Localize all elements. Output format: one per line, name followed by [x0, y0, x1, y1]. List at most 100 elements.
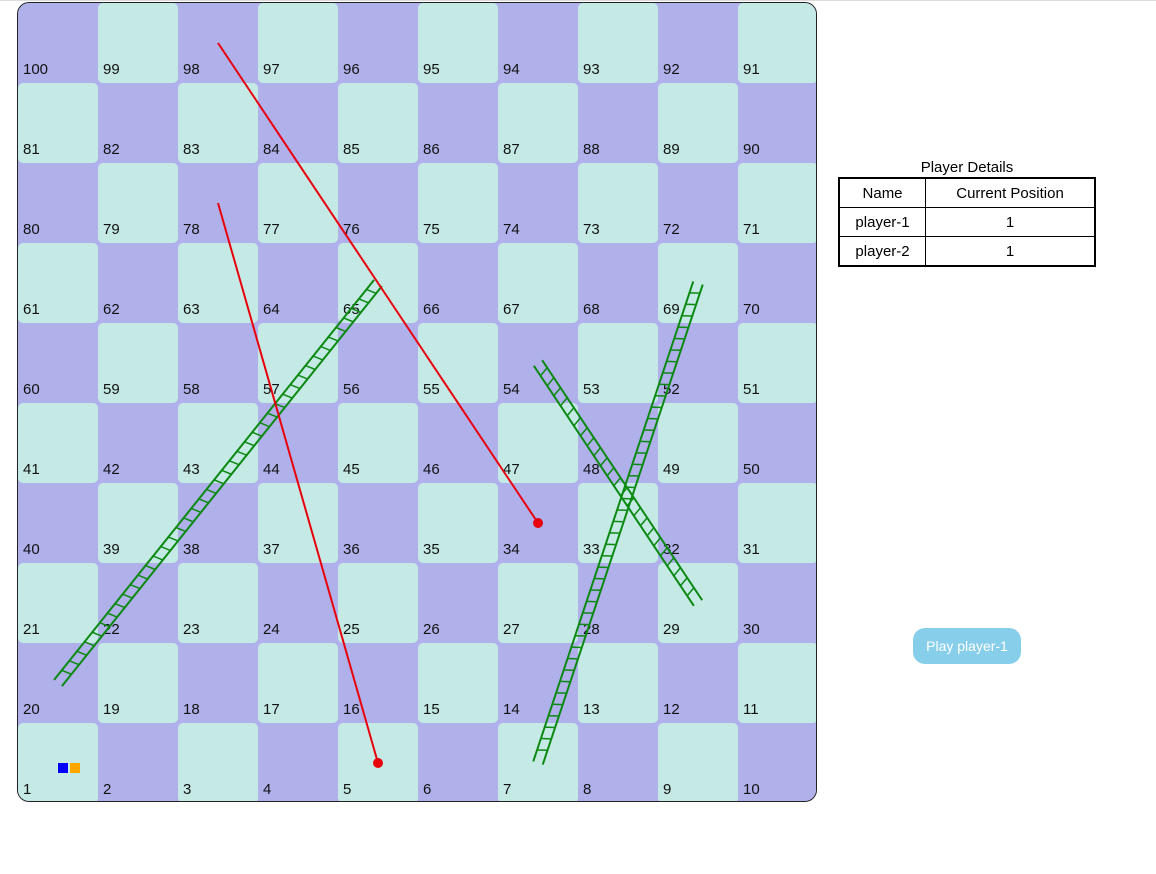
square-number: 38 [183, 541, 200, 558]
board-square: 70 [738, 243, 816, 323]
square-number: 97 [263, 61, 280, 78]
board-square: 62 [98, 243, 178, 323]
board-square: 65 [338, 243, 418, 323]
square-number: 20 [23, 701, 40, 718]
board-square: 85 [338, 83, 418, 163]
square-number: 17 [263, 701, 280, 718]
player-details-table: Name Current Position player-1 1 player-… [838, 177, 1096, 267]
square-number: 33 [583, 541, 600, 558]
board-square: 24 [258, 563, 338, 643]
board-square: 80 [18, 163, 98, 243]
square-number: 83 [183, 141, 200, 158]
square-number: 62 [103, 301, 120, 318]
square-number: 90 [743, 141, 760, 158]
square-number: 41 [23, 461, 40, 478]
play-button[interactable]: Play player-1 [913, 628, 1021, 664]
square-number: 55 [423, 381, 440, 398]
square-number: 6 [423, 781, 432, 798]
board-square: 71 [738, 163, 816, 243]
square-number: 74 [503, 221, 520, 238]
board-square: 18 [178, 643, 258, 723]
board-square: 56 [338, 323, 418, 403]
board-square: 40 [18, 483, 98, 563]
square-number: 54 [503, 381, 520, 398]
square-number: 31 [743, 541, 760, 558]
square-number: 21 [23, 621, 40, 638]
board-square: 88 [578, 83, 658, 163]
square-number: 13 [583, 701, 600, 718]
table-row: player-2 1 [838, 236, 1096, 267]
square-number: 63 [183, 301, 200, 318]
board-square: 68 [578, 243, 658, 323]
square-number: 29 [663, 621, 680, 638]
board-square: 46 [418, 403, 498, 483]
square-number: 59 [103, 381, 120, 398]
board-square: 84 [258, 83, 338, 163]
board-square: 58 [178, 323, 258, 403]
square-number: 76 [343, 221, 360, 238]
board-square: 27 [498, 563, 578, 643]
board-square: 82 [98, 83, 178, 163]
board-square: 6 [418, 723, 498, 801]
square-number: 7 [503, 781, 512, 798]
board-square: 55 [418, 323, 498, 403]
square-number: 19 [103, 701, 120, 718]
board-square: 19 [98, 643, 178, 723]
board-square: 53 [578, 323, 658, 403]
board-square: 99 [98, 3, 178, 83]
board-square: 74 [498, 163, 578, 243]
board-square: 37 [258, 483, 338, 563]
square-number: 18 [183, 701, 200, 718]
square-number: 8 [583, 781, 592, 798]
board-square: 64 [258, 243, 338, 323]
square-number: 9 [663, 781, 672, 798]
board-square: 35 [418, 483, 498, 563]
square-number: 95 [423, 61, 440, 78]
square-number: 65 [343, 301, 360, 318]
board-square: 59 [98, 323, 178, 403]
board-square: 69 [658, 243, 738, 323]
board-square: 81 [18, 83, 98, 163]
board-square: 17 [258, 643, 338, 723]
board-square: 51 [738, 323, 816, 403]
square-number: 64 [263, 301, 280, 318]
board-square: 43 [178, 403, 258, 483]
square-number: 49 [663, 461, 680, 478]
board-square: 79 [98, 163, 178, 243]
board-square: 90 [738, 83, 816, 163]
square-number: 71 [743, 221, 760, 238]
board-square: 45 [338, 403, 418, 483]
player-details-title: Player Details [920, 159, 1014, 176]
square-number: 68 [583, 301, 600, 318]
board-square: 98 [178, 3, 258, 83]
board-square: 42 [98, 403, 178, 483]
square-number: 5 [343, 781, 352, 798]
square-number: 85 [343, 141, 360, 158]
board-square: 57 [258, 323, 338, 403]
square-number: 3 [183, 781, 192, 798]
board-square: 92 [658, 3, 738, 83]
board-square: 61 [18, 243, 98, 323]
square-number: 61 [23, 301, 40, 318]
board-square: 91 [738, 3, 816, 83]
square-number: 51 [743, 381, 760, 398]
square-number: 75 [423, 221, 440, 238]
square-number: 99 [103, 61, 120, 78]
board-square: 49 [658, 403, 738, 483]
square-number: 43 [183, 461, 200, 478]
board-square: 77 [258, 163, 338, 243]
board-square: 87 [498, 83, 578, 163]
square-number: 37 [263, 541, 280, 558]
board-square: 14 [498, 643, 578, 723]
player-1-token [58, 763, 68, 773]
player-name-cell: player-2 [838, 236, 927, 267]
square-number: 98 [183, 61, 200, 78]
square-number: 66 [423, 301, 440, 318]
board-square: 93 [578, 3, 658, 83]
board-square: 30 [738, 563, 816, 643]
square-number: 92 [663, 61, 680, 78]
board-square: 10 [738, 723, 816, 801]
board-square: 86 [418, 83, 498, 163]
square-number: 82 [103, 141, 120, 158]
table-header-row: Name Current Position [838, 177, 1096, 208]
